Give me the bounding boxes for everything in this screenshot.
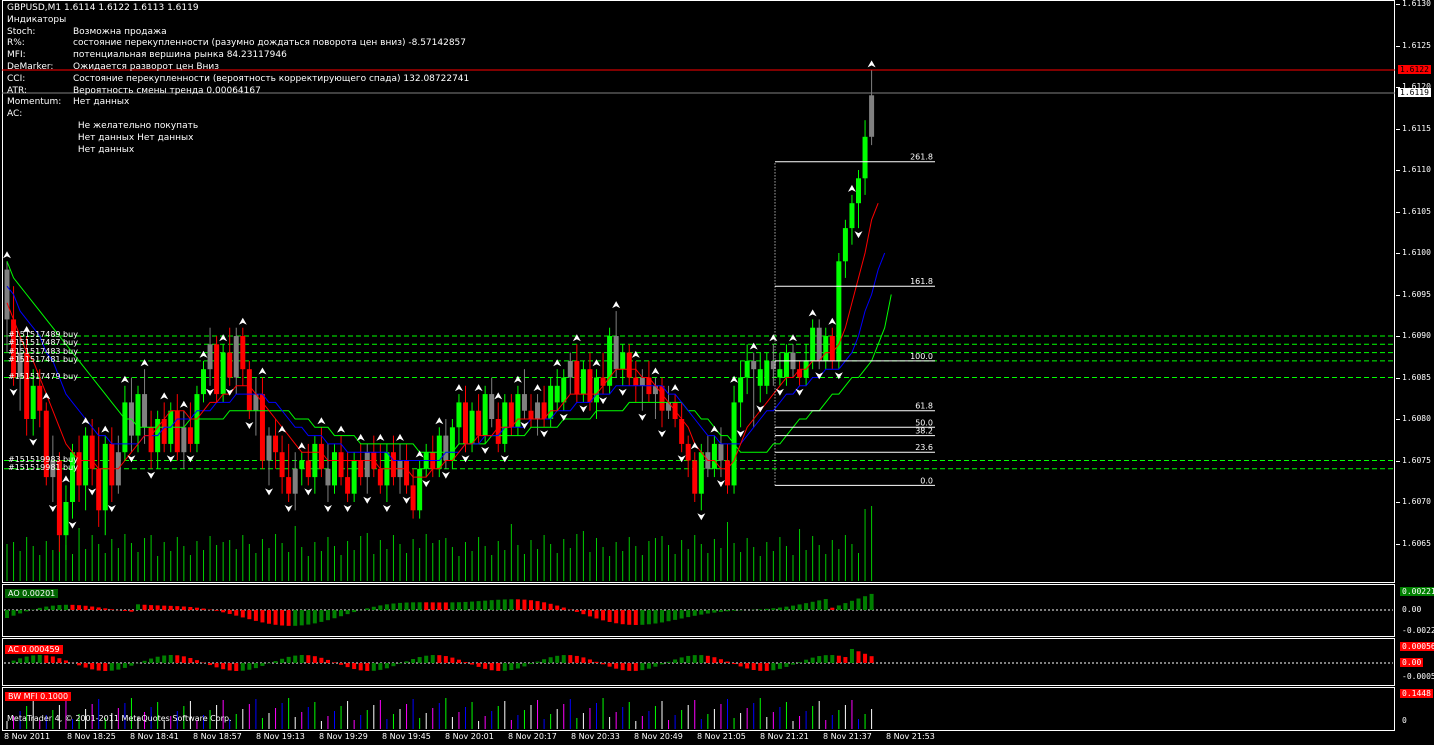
- price-tick-mark: [1396, 460, 1400, 462]
- ao-label: AO 0.00201: [5, 589, 59, 598]
- price-tick-mark: [1396, 336, 1400, 337]
- bid-price-label: 1.6122: [1398, 65, 1431, 74]
- bw-mfi-axis-zero: 0: [1402, 716, 1407, 725]
- price-tick-mark: [1396, 4, 1400, 5]
- ac-label: AC 0.000459: [5, 645, 63, 654]
- price-tick-label: 1.6125: [1402, 40, 1431, 50]
- ac-axis-min: -0.00050: [1402, 672, 1434, 681]
- price-tick-label: 1.6070: [1402, 497, 1431, 506]
- price-tick-label: 1.6110: [1402, 165, 1431, 174]
- time-tick-label: 8 Nov 18:57: [193, 732, 242, 741]
- ao-axis-zero: 0.00: [1402, 605, 1422, 614]
- time-tick-label: 8 Nov 21:05: [697, 732, 746, 741]
- price-tick-label: 1.6105: [1402, 206, 1431, 216]
- time-tick-label: 8 Nov 20:49: [634, 732, 683, 741]
- time-tick-label: 8 Nov 19:13: [256, 732, 305, 741]
- time-tick-label: 8 Nov 20:33: [571, 732, 620, 741]
- time-tick-label: 8 Nov 19:29: [319, 732, 368, 741]
- price-tick-mark: [1396, 543, 1400, 545]
- price-tick-label: 1.6065: [1402, 538, 1431, 548]
- ao-histogram: [4, 593, 1393, 729]
- bw-mfi-axis: 0.1448 0: [1396, 687, 1434, 731]
- bw-mfi-axis-max: 0.1448: [1400, 689, 1433, 698]
- time-tick-label: 8 Nov 20:01: [445, 732, 494, 741]
- price-tick-mark: [1396, 211, 1400, 213]
- ac-indicator-pane[interactable]: [2, 638, 1395, 686]
- price-tick-label: 1.6100: [1402, 248, 1431, 257]
- copyright-text: MetaTrader 4, © 2001-2011 MetaQuotes Sof…: [7, 714, 232, 723]
- bw-mfi-label: BW MFI 0.1000: [5, 692, 72, 701]
- ao-axis-max: 0.00221: [1400, 587, 1434, 596]
- time-tick-label: 8 Nov 21:53: [886, 732, 935, 741]
- price-tick-label: 1.6130: [1402, 0, 1431, 8]
- time-tick-label: 8 Nov 18:41: [130, 732, 179, 741]
- ask-price-label: 1.6119: [1398, 88, 1431, 97]
- price-tick-label: 1.6080: [1402, 414, 1431, 423]
- price-tick-mark: [1396, 253, 1400, 254]
- price-tick-label: 1.6090: [1402, 331, 1431, 340]
- price-tick-mark: [1396, 419, 1400, 420]
- price-tick-label: 1.6075: [1402, 455, 1431, 465]
- time-tick-label: 8 Nov 21:21: [760, 732, 809, 741]
- time-tick-label: 8 Nov 21:37: [823, 732, 872, 741]
- bw-mfi-pane[interactable]: [2, 687, 1395, 731]
- ac-axis-max: 0.00056: [1400, 642, 1434, 651]
- price-tick-label: 1.6115: [1402, 123, 1431, 133]
- time-tick-label: 8 Nov 2011: [4, 732, 51, 741]
- ac-axis: 0.00056 0.00 -0.00050: [1396, 638, 1434, 686]
- price-tick-mark: [1396, 128, 1400, 130]
- price-tick-mark: [1396, 45, 1400, 47]
- price-tick-label: 1.6095: [1402, 289, 1431, 299]
- price-tick-mark: [1396, 377, 1400, 379]
- price-tick-mark: [1396, 170, 1400, 171]
- ao-axis: 0.00221 0.00 -0.00224: [1396, 584, 1434, 637]
- ao-axis-min: -0.00224: [1402, 626, 1434, 635]
- ac-axis-zero: 0.00: [1400, 658, 1424, 667]
- time-tick-label: 8 Nov 20:17: [508, 732, 557, 741]
- time-tick-label: 8 Nov 18:25: [67, 732, 116, 741]
- price-tick-mark: [1396, 294, 1400, 296]
- price-tick-label: 1.6085: [1402, 372, 1431, 382]
- time-tick-label: 8 Nov 19:45: [382, 732, 431, 741]
- price-tick-mark: [1396, 502, 1400, 503]
